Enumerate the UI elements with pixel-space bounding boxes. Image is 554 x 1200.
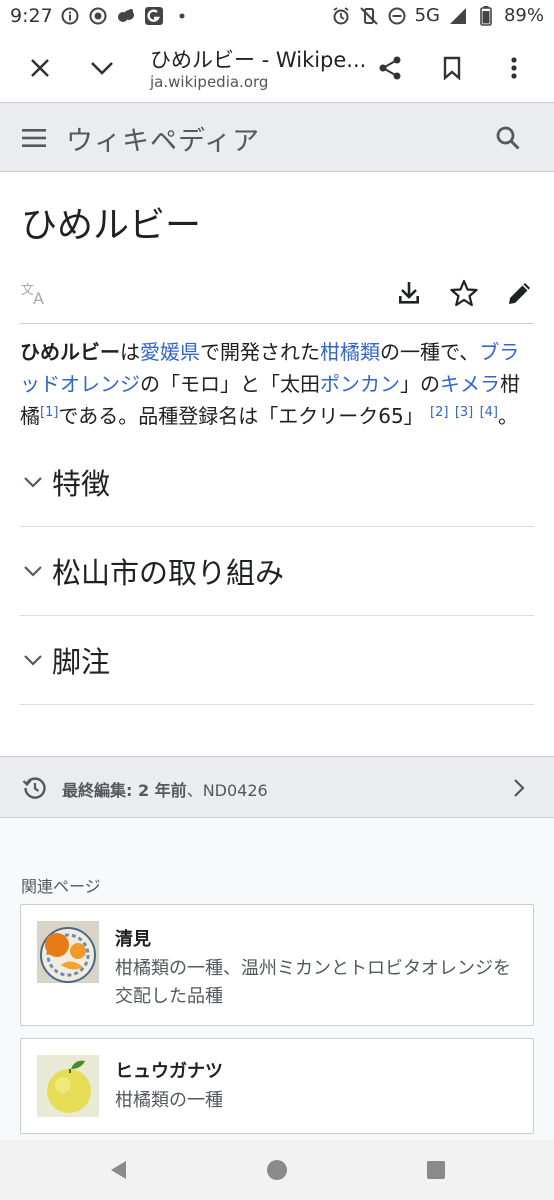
last-edited-editor: 、ND0426: [186, 781, 268, 800]
related-pages-heading: 関連ページ: [21, 877, 101, 896]
link-citrus[interactable]: 柑橘類: [320, 340, 380, 364]
system-nav-bar: [0, 1140, 554, 1200]
thumbnail-image: [37, 921, 99, 983]
lead-text: 」の: [400, 372, 440, 396]
network-type: 5G: [414, 5, 440, 26]
lead-text: の「モロ」と「太田: [140, 372, 320, 396]
related-card-hyuganatsu[interactable]: ヒュウガナツ 柑橘類の一種: [20, 1038, 534, 1134]
lead-text: で開発された: [200, 340, 320, 364]
section-features[interactable]: 特徴: [20, 438, 534, 527]
section-heading: 松山市の取り組み: [52, 556, 285, 590]
download-icon[interactable]: [394, 278, 424, 308]
ref-3[interactable]: [3]: [455, 405, 473, 420]
vibrate-off-icon: [359, 6, 379, 26]
close-icon[interactable]: [18, 46, 62, 90]
wiki-wordmark[interactable]: ウィキペディア: [66, 119, 260, 158]
browser-page-title: ひめルビー - Wikipe...: [150, 48, 367, 72]
do-not-disturb-icon: [387, 6, 407, 26]
page-actions: 文A: [20, 270, 534, 324]
battery-level: 89%: [503, 5, 544, 26]
weather-icon: [116, 6, 136, 26]
related-card-kiyomi[interactable]: 清見 柑橘類の一種、温州ミカンとトロビタオレンジを交配した品種: [20, 904, 534, 1026]
ref-2[interactable]: [2]: [430, 405, 448, 420]
notification-dot-icon: [172, 6, 192, 26]
card-title: 清見: [115, 929, 151, 950]
recents-square-icon[interactable]: [422, 1156, 450, 1184]
card-title: ヒュウガナツ: [115, 1061, 223, 1082]
status-time: 9:27: [10, 5, 53, 27]
star-icon[interactable]: [449, 278, 479, 308]
back-triangle-icon[interactable]: [104, 1156, 132, 1184]
record-icon: [88, 6, 108, 26]
info-icon: [60, 6, 80, 26]
app-g-icon: [144, 6, 164, 26]
more-options-icon[interactable]: [492, 46, 536, 90]
hamburger-menu-icon[interactable]: [14, 118, 54, 158]
card-description: 柑橘類の一種: [115, 1090, 223, 1111]
ref-4[interactable]: [4]: [480, 405, 498, 420]
last-edited-text: 最終編集: 2 年前、ND0426: [62, 777, 268, 801]
lead-text: である。品種登録名は「エクリーク65」: [58, 404, 424, 428]
section-footnotes[interactable]: 脚注: [20, 616, 534, 705]
ref-1[interactable]: [1]: [40, 405, 58, 420]
browser-toolbar: ひめルビー - Wikipe... ja.wikipedia.org: [0, 34, 554, 102]
signal-icon: [448, 6, 468, 26]
home-circle-icon[interactable]: [263, 1156, 291, 1184]
chevron-down-icon: [20, 558, 46, 584]
lead-paragraph: ひめルビーは愛媛県で開発された柑橘類の一種で、ブラッドオレンジの「モロ」と「太田…: [20, 336, 534, 432]
section-heading: 脚注: [52, 645, 111, 679]
share-icon[interactable]: [368, 46, 412, 90]
link-ponkan[interactable]: ポンカン: [320, 372, 400, 396]
section-heading: 特徴: [52, 467, 111, 501]
search-icon[interactable]: [488, 118, 528, 158]
lead-bold-title: ひめルビー: [20, 340, 120, 364]
link-chimera[interactable]: キメラ: [440, 372, 500, 396]
link-ehime[interactable]: 愛媛県: [140, 340, 200, 364]
last-edited-label: 最終編集: 2 年前: [62, 781, 187, 800]
lead-text: の一種で、: [380, 340, 480, 364]
page-title: ひめルビー: [21, 205, 202, 246]
lead-text: 。: [498, 404, 519, 428]
status-bar: 9:27 5G 89%: [0, 0, 554, 34]
alarm-icon: [331, 6, 351, 26]
thumbnail-image: [37, 1055, 99, 1117]
chevron-down-icon: [20, 647, 46, 673]
card-description: 柑橘類の一種、温州ミカンとトロビタオレンジを交配した品種: [115, 958, 511, 1007]
battery-icon: [476, 5, 496, 26]
history-icon: [22, 775, 48, 801]
chevron-right-icon: [506, 775, 532, 801]
bookmark-icon[interactable]: [430, 46, 474, 90]
edit-pencil-icon[interactable]: [505, 278, 535, 308]
language-icon[interactable]: 文A: [20, 278, 50, 308]
wiki-header: ウィキペディア: [0, 102, 554, 172]
last-edited-bar[interactable]: 最終編集: 2 年前、ND0426: [0, 756, 554, 818]
lead-text: は: [120, 340, 140, 364]
chevron-down-icon: [20, 469, 46, 495]
chevron-down-icon[interactable]: [80, 46, 124, 90]
svg-text:A: A: [33, 289, 44, 306]
browser-url: ja.wikipedia.org: [150, 73, 269, 91]
section-matsuyama[interactable]: 松山市の取り組み: [20, 527, 534, 616]
